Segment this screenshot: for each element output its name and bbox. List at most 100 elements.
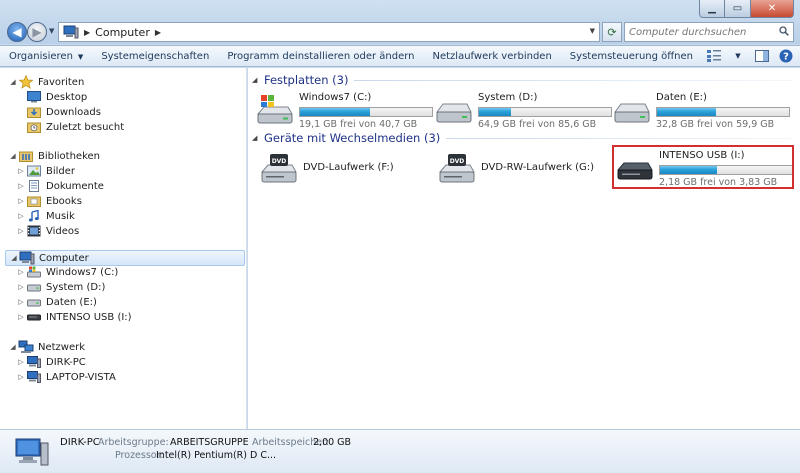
drive-name-e: Daten (E:): [656, 92, 707, 103]
system-properties-button[interactable]: Systemeigenschaften: [92, 51, 218, 62]
nav-item-music-label: Musik: [46, 210, 75, 222]
address-bar[interactable]: ▶ Computer ▶ ▼: [58, 22, 600, 42]
nav-item-music[interactable]: ▷ Musik: [16, 208, 75, 224]
search-box[interactable]: [624, 22, 794, 42]
computer-icon: [19, 251, 35, 265]
help-button[interactable]: ?: [778, 48, 794, 64]
recent-places-icon: [27, 122, 41, 133]
drive-name-g: DVD-RW-Laufwerk (G:): [481, 162, 595, 173]
nav-item-laptop-vista[interactable]: ▷ LAPTOP-VISTA: [16, 369, 116, 385]
collapsed-arrow-icon[interactable]: ▷: [16, 212, 26, 220]
nav-item-recent[interactable]: Zuletzt besucht: [26, 119, 124, 135]
network-computer-icon: [27, 371, 41, 383]
drive-tile-g[interactable]: DVD DVD-RW-Laufwerk (G:): [438, 150, 608, 190]
expanded-arrow-icon[interactable]: ◢: [8, 152, 18, 160]
view-dropdown-button[interactable]: ▼: [730, 48, 746, 64]
nav-libraries-label: Bibliotheken: [38, 150, 100, 162]
back-button[interactable]: ◀: [7, 22, 27, 42]
computer-icon: [63, 25, 79, 39]
drive-tile-e[interactable]: Daten (E:) 32,8 GB frei von 59,9 GB: [613, 92, 793, 132]
nav-item-desktop[interactable]: Desktop: [26, 89, 87, 105]
details-computer-name: DIRK-PC: [60, 437, 100, 448]
organize-button[interactable]: Organisieren ▼: [0, 51, 92, 62]
network-computer-icon: [27, 356, 41, 368]
windows-drive-icon: [256, 95, 293, 124]
breadcrumb-separator-icon[interactable]: ▶: [84, 28, 90, 37]
change-view-button[interactable]: [706, 48, 722, 64]
expanded-arrow-icon[interactable]: ◢: [8, 78, 18, 86]
nav-item-drive-e-label: Daten (E:): [46, 296, 97, 308]
address-dropdown-icon[interactable]: ▼: [590, 27, 595, 35]
collapsed-arrow-icon[interactable]: ▷: [16, 227, 26, 235]
drive-usage-bar-c: [299, 107, 433, 117]
nav-item-drive-i-label: INTENSO USB (I:): [46, 311, 132, 323]
refresh-icon: ⟳: [607, 25, 617, 39]
nav-item-drive-c[interactable]: ▷ Windows7 (C:): [16, 264, 118, 280]
nav-item-dirk-pc-label: DIRK-PC: [46, 356, 86, 368]
drive-info-d: 64,9 GB frei von 85,6 GB: [478, 119, 597, 130]
nav-item-downloads[interactable]: Downloads: [26, 104, 101, 120]
collapsed-arrow-icon[interactable]: ▷: [16, 283, 26, 291]
group-header-hard-drives[interactable]: ◢ Festplatten (3): [252, 73, 792, 87]
navigation-pane: ◢ Favoriten Desktop Downloads Zuletzt be…: [0, 68, 247, 429]
nav-favorites[interactable]: ◢ Favoriten: [8, 74, 84, 90]
drive-tile-c[interactable]: Windows7 (C:) 19,1 GB frei von 40,7 GB: [256, 92, 436, 132]
maximize-button[interactable]: ▭: [725, 0, 751, 18]
map-network-drive-button[interactable]: Netzlaufwerk verbinden: [424, 51, 561, 62]
collapsed-arrow-icon[interactable]: ▷: [16, 197, 26, 205]
nav-item-documents-label: Dokumente: [46, 180, 104, 192]
preview-pane-button[interactable]: [754, 48, 770, 64]
collapsed-arrow-icon[interactable]: ▷: [16, 298, 26, 306]
nav-item-drive-d[interactable]: ▷ System (D:): [16, 279, 105, 295]
recent-pages-dropdown[interactable]: ▼: [49, 27, 54, 35]
collapsed-arrow-icon[interactable]: ▷: [16, 182, 26, 190]
breadcrumb-computer[interactable]: Computer: [95, 26, 150, 39]
nav-libraries[interactable]: ◢ Bibliotheken: [8, 148, 100, 164]
view-options-icon: [707, 50, 721, 62]
search-icon[interactable]: [779, 26, 789, 36]
collapsed-arrow-icon[interactable]: ▷: [16, 313, 26, 321]
hard-drive-icon: [614, 103, 650, 123]
nav-item-documents[interactable]: ▷ Dokumente: [16, 178, 104, 194]
expanded-arrow-icon[interactable]: ◢: [8, 343, 18, 351]
group-collapse-icon[interactable]: ◢: [252, 76, 264, 84]
forward-button[interactable]: ▶: [27, 22, 47, 42]
nav-item-videos[interactable]: ▷ Videos: [16, 223, 79, 239]
drive-tile-d[interactable]: System (D:) 64,9 GB frei von 85,6 GB: [435, 92, 615, 132]
collapsed-arrow-icon[interactable]: ▷: [16, 373, 26, 381]
drive-usage-fill-e: [657, 108, 717, 116]
nav-item-drive-e[interactable]: ▷ Daten (E:): [16, 294, 97, 310]
desktop-icon: [27, 91, 41, 103]
group-divider: [354, 79, 792, 81]
refresh-button[interactable]: ⟳: [602, 22, 622, 42]
collapsed-arrow-icon[interactable]: ▷: [16, 167, 26, 175]
drive-info-c: 19,1 GB frei von 40,7 GB: [299, 119, 418, 130]
nav-item-drive-c-label: Windows7 (C:): [46, 266, 119, 278]
breadcrumb-separator-icon[interactable]: ▶: [155, 28, 161, 37]
network-icon: [18, 340, 34, 353]
nav-item-drive-i[interactable]: ▷ INTENSO USB (I:): [16, 309, 132, 325]
dvd-drive-icon: DVD: [260, 154, 297, 183]
collapsed-arrow-icon[interactable]: ▷: [16, 268, 26, 276]
minimize-button[interactable]: ▁: [699, 0, 725, 18]
uninstall-program-button[interactable]: Programm deinstallieren oder ändern: [218, 51, 423, 62]
dvd-rw-drive-icon: DVD: [438, 154, 475, 183]
group-collapse-icon[interactable]: ◢: [252, 134, 264, 142]
close-button[interactable]: ✕: [751, 0, 794, 18]
nav-item-ebooks[interactable]: ▷ Ebooks: [16, 193, 82, 209]
drive-tile-f[interactable]: DVD DVD-Laufwerk (F:): [260, 150, 430, 190]
collapsed-arrow-icon[interactable]: ▷: [16, 358, 26, 366]
search-input[interactable]: [625, 23, 773, 41]
nav-network[interactable]: ◢ Netzwerk: [8, 339, 85, 355]
nav-favorites-label: Favoriten: [38, 76, 85, 88]
nav-item-dirk-pc[interactable]: ▷ DIRK-PC: [16, 354, 86, 370]
nav-item-videos-label: Videos: [46, 225, 80, 237]
svg-text:DVD: DVD: [450, 158, 465, 165]
group-header-removable[interactable]: ◢ Geräte mit Wechselmedien (3): [252, 131, 792, 145]
documents-icon: [29, 180, 39, 192]
drive-name-c: Windows7 (C:): [299, 92, 372, 103]
view-controls: ▼ ?: [706, 48, 794, 64]
expanded-arrow-icon[interactable]: ◢: [9, 254, 19, 262]
nav-item-pictures[interactable]: ▷ Bilder: [16, 163, 75, 179]
open-control-panel-button[interactable]: Systemsteuerung öffnen: [561, 51, 702, 62]
